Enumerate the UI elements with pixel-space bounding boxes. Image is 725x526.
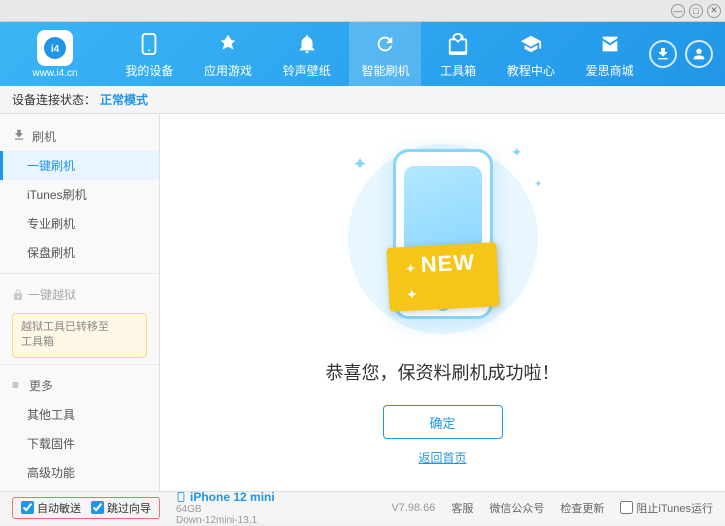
logo-area: i4 www.i4.cn bbox=[0, 22, 110, 86]
sidebar-divider-2 bbox=[0, 364, 159, 365]
bottom-checkboxes: 自动敏送 跳过向导 bbox=[12, 497, 160, 519]
status-bar: 设备连接状态： 正常模式 bbox=[0, 86, 725, 114]
new-badge: NEW bbox=[386, 242, 499, 312]
status-value: 正常模式 bbox=[100, 91, 148, 108]
confirm-button[interactable]: 确定 bbox=[383, 405, 503, 439]
flash-section-icon bbox=[12, 128, 26, 145]
device-storage: 64GB bbox=[176, 504, 375, 515]
success-message: 恭喜您，保资料刷机成功啦！ bbox=[326, 359, 560, 385]
close-button[interactable]: ✕ bbox=[707, 4, 721, 18]
header: i4 www.i4.cn 我的设备 应用游戏 铃声壁纸 bbox=[0, 22, 725, 86]
sidebar-divider-1 bbox=[0, 273, 159, 274]
auto-send-checkbox-label[interactable]: 自动敏送 bbox=[21, 500, 81, 516]
more-section-icon: ≡ bbox=[12, 378, 19, 392]
nav-toolbox[interactable]: 工具箱 bbox=[428, 22, 488, 86]
sidebar-item-itunes-flash[interactable]: iTunes刷机 bbox=[0, 180, 159, 209]
nav-apps-label: 应用游戏 bbox=[204, 62, 252, 79]
nav-my-device-label: 我的设备 bbox=[125, 62, 173, 79]
maximize-button[interactable]: □ bbox=[689, 4, 703, 18]
auto-send-label: 自动敏送 bbox=[37, 500, 81, 516]
nav-smart-flash-label: 智能刷机 bbox=[361, 62, 409, 79]
nav-my-device[interactable]: 我的设备 bbox=[113, 22, 185, 86]
download-button[interactable] bbox=[649, 40, 677, 68]
illustration-inner: ✦ ✦ ✦ NEW bbox=[333, 139, 553, 339]
phone-icon bbox=[135, 30, 163, 58]
nav-bar: 我的设备 应用游戏 铃声壁纸 智能刷机 工具箱 bbox=[110, 22, 649, 86]
sidebar-item-pro-flash[interactable]: 专业刷机 bbox=[0, 209, 159, 238]
sparkle-icon-2: ✦ bbox=[511, 144, 523, 161]
sparkle-icon-1: ✦ bbox=[353, 154, 368, 175]
tools-icon bbox=[444, 30, 472, 58]
status-label: 设备连接状态： bbox=[12, 91, 96, 108]
svg-text:i4: i4 bbox=[51, 44, 60, 55]
bell-icon bbox=[293, 30, 321, 58]
nav-toolbox-label: 工具箱 bbox=[440, 62, 476, 79]
nav-tutorial[interactable]: 教程中心 bbox=[495, 22, 567, 86]
wechat-public-link[interactable]: 微信公众号 bbox=[489, 500, 544, 516]
bottom-bar: 自动敏送 跳过向导 iPhone 12 mini 64GB Down-12min… bbox=[0, 491, 725, 523]
device-icon bbox=[176, 490, 186, 504]
nav-right-actions bbox=[649, 40, 725, 68]
title-bar: — □ ✕ bbox=[0, 0, 725, 22]
auto-send-checkbox[interactable] bbox=[21, 501, 34, 514]
minimize-button[interactable]: — bbox=[671, 4, 685, 18]
store-icon bbox=[596, 30, 624, 58]
refresh-icon bbox=[371, 30, 399, 58]
jailbreak-notice: 越狱工具已转移至工具箱 bbox=[12, 313, 147, 358]
bottom-right-area: V7.98.66 客服 微信公众号 检查更新 bbox=[391, 500, 604, 516]
sidebar-item-download-firmware[interactable]: 下载固件 bbox=[0, 429, 159, 458]
skip-wizard-checkbox-label[interactable]: 跳过向导 bbox=[91, 500, 151, 516]
nav-store-label: 爱思商城 bbox=[586, 62, 634, 79]
sparkle-icon-3: ✦ bbox=[534, 179, 542, 190]
device-version: Down-12mini-13,1 bbox=[176, 515, 375, 526]
nav-smart-flash[interactable]: 智能刷机 bbox=[349, 22, 421, 86]
logo-subtitle: www.i4.cn bbox=[32, 68, 77, 79]
skip-wizard-label: 跳过向导 bbox=[107, 500, 151, 516]
nav-ringtone-label: 铃声壁纸 bbox=[283, 62, 331, 79]
sidebar-item-other-tools[interactable]: 其他工具 bbox=[0, 400, 159, 429]
nav-tutorial-label: 教程中心 bbox=[507, 62, 555, 79]
logo-icon: i4 bbox=[37, 30, 73, 66]
version-text: V7.98.66 bbox=[391, 502, 435, 514]
itunes-checkbox[interactable] bbox=[620, 501, 633, 514]
content-area: ✦ ✦ ✦ NEW 恭喜您，保资料刷机成功啦！ 确定 返回首页 bbox=[160, 114, 725, 491]
graduation-icon bbox=[517, 30, 545, 58]
sidebar-item-save-flash[interactable]: 保盘刷机 bbox=[0, 238, 159, 267]
nav-ringtone[interactable]: 铃声壁纸 bbox=[271, 22, 343, 86]
sidebar-section-more: ≡ 更多 bbox=[0, 371, 159, 400]
device-info-area: iPhone 12 mini 64GB Down-12mini-13,1 bbox=[176, 490, 375, 526]
user-button[interactable] bbox=[685, 40, 713, 68]
itunes-label: 阻止iTunes运行 bbox=[636, 500, 713, 516]
back-to-home-link[interactable]: 返回首页 bbox=[418, 449, 466, 466]
nav-apps-games[interactable]: 应用游戏 bbox=[192, 22, 264, 86]
apps-icon bbox=[214, 30, 242, 58]
sidebar-item-advanced[interactable]: 高级功能 bbox=[0, 458, 159, 487]
skip-wizard-checkbox[interactable] bbox=[91, 501, 104, 514]
nav-store[interactable]: 爱思商城 bbox=[574, 22, 646, 86]
check-update-link[interactable]: 检查更新 bbox=[560, 500, 604, 516]
customer-service-link[interactable]: 客服 bbox=[451, 500, 473, 516]
itunes-notice: 阻止iTunes运行 bbox=[620, 500, 713, 516]
success-illustration: ✦ ✦ ✦ NEW bbox=[333, 139, 553, 339]
sidebar-locked-jailbreak: 一键越狱 bbox=[0, 280, 159, 309]
sidebar-section-flash: 刷机 bbox=[0, 122, 159, 151]
sidebar: 刷机 一键刷机 iTunes刷机 专业刷机 保盘刷机 一键越狱 越狱工具已转移至… bbox=[0, 114, 160, 491]
sidebar-item-one-key-flash[interactable]: 一键刷机 bbox=[0, 151, 159, 180]
main-layout: 刷机 一键刷机 iTunes刷机 专业刷机 保盘刷机 一键越狱 越狱工具已转移至… bbox=[0, 114, 725, 491]
device-name: iPhone 12 mini bbox=[190, 490, 275, 504]
